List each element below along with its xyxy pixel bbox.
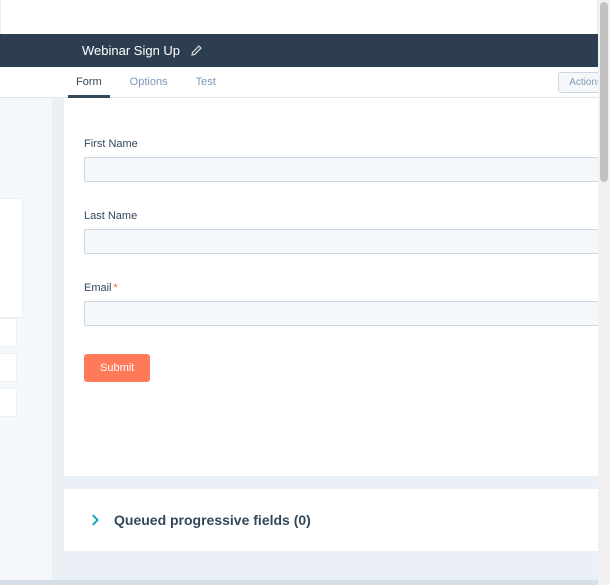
titlebar: Webinar Sign Up	[0, 34, 610, 67]
field-label: First Name	[84, 138, 610, 150]
required-asterisk: *	[114, 282, 118, 294]
tab-options[interactable]: Options	[116, 67, 182, 97]
field-label-text: Email	[84, 282, 112, 294]
tabbar: Form Options Test Actions	[0, 67, 610, 98]
component-drag-handle[interactable]	[0, 353, 17, 382]
email-input[interactable]	[84, 301, 610, 326]
form-canvas: First Name Last Name Email* Submit Queue…	[52, 98, 610, 580]
tab-label: Form	[76, 76, 102, 88]
tab-label: Test	[196, 76, 216, 88]
component-drag-handle[interactable]	[0, 388, 17, 417]
first-name-input[interactable]	[84, 157, 610, 182]
field-email: Email*	[84, 282, 610, 326]
queued-progressive-fields[interactable]: Queued progressive fields (0)	[64, 489, 610, 551]
field-first-name: First Name	[84, 138, 610, 182]
field-label: Email*	[84, 282, 610, 294]
chevron-right-icon	[88, 513, 102, 527]
component-drag-handle[interactable]	[0, 198, 23, 318]
queued-label: Queued progressive fields (0)	[114, 512, 311, 528]
field-label: Last Name	[84, 210, 610, 222]
field-last-name: Last Name	[84, 210, 610, 254]
component-drag-handles	[0, 318, 17, 423]
tab-label: Options	[130, 76, 168, 88]
window-scrollbar[interactable]	[598, 0, 610, 585]
tab-test[interactable]: Test	[182, 67, 230, 97]
top-whitespace	[0, 0, 598, 34]
last-name-input[interactable]	[84, 229, 610, 254]
submit-button[interactable]: Submit	[84, 354, 150, 382]
left-gutter	[0, 98, 16, 580]
tab-form[interactable]: Form	[62, 67, 116, 97]
edit-title-icon[interactable]	[190, 44, 203, 57]
page-title: Webinar Sign Up	[82, 43, 180, 58]
form-card: First Name Last Name Email* Submit	[64, 98, 610, 476]
component-drag-handle[interactable]	[0, 318, 17, 347]
submit-label: Submit	[100, 362, 134, 374]
window-scrollbar-thumb[interactable]	[600, 2, 608, 182]
bottom-edge	[0, 580, 598, 585]
